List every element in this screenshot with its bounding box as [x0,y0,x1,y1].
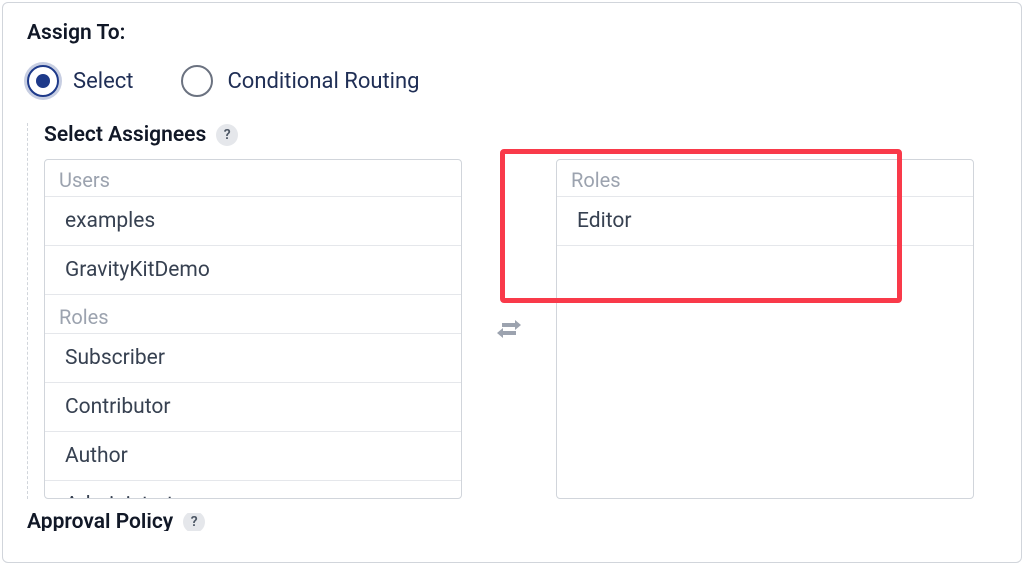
assignee-content: Select Assignees ? Users examples Gravit… [27,123,997,499]
assign-to-label: Assign To: [27,21,997,45]
list-item[interactable]: examples [45,197,461,246]
radio-select-label: Select [73,69,133,94]
select-assignees-header: Select Assignees ? [44,123,997,147]
available-list-scroll[interactable]: Users examples GravityKitDemo Roles Subs… [45,160,461,498]
settings-panel: Assign To: Select Conditional Routing Se… [2,2,1022,563]
help-icon[interactable]: ? [183,513,205,531]
list-item[interactable]: Editor [557,197,973,246]
available-assignees-listbox[interactable]: Users examples GravityKitDemo Roles Subs… [44,159,462,499]
radio-conditional-label: Conditional Routing [227,69,419,94]
approval-policy-header: Approval Policy ? [27,513,997,531]
radio-conditional-routing[interactable]: Conditional Routing [181,65,419,97]
list-item[interactable]: Administrator [45,481,461,498]
group-header-roles: Roles [557,160,973,197]
radio-dot-icon [181,65,213,97]
list-item[interactable]: Contributor [45,383,461,432]
radio-select[interactable]: Select [27,65,133,97]
list-item[interactable]: GravityKitDemo [45,246,461,295]
help-icon[interactable]: ? [216,124,238,146]
swap-icon [492,317,526,341]
select-assignees-label: Select Assignees [44,123,206,147]
assign-mode-radios: Select Conditional Routing [27,65,997,97]
group-header-users: Users [45,160,461,197]
group-header-roles: Roles [45,295,461,334]
list-item[interactable]: Subscriber [45,334,461,383]
selected-assignees-listbox[interactable]: Roles Editor [556,159,974,499]
selected-assignees-wrap: Roles Editor [556,159,974,499]
list-item[interactable]: Author [45,432,461,481]
approval-policy-label: Approval Policy [27,517,173,527]
dual-listbox: Users examples GravityKitDemo Roles Subs… [44,159,997,499]
radio-dot-icon [27,65,59,97]
